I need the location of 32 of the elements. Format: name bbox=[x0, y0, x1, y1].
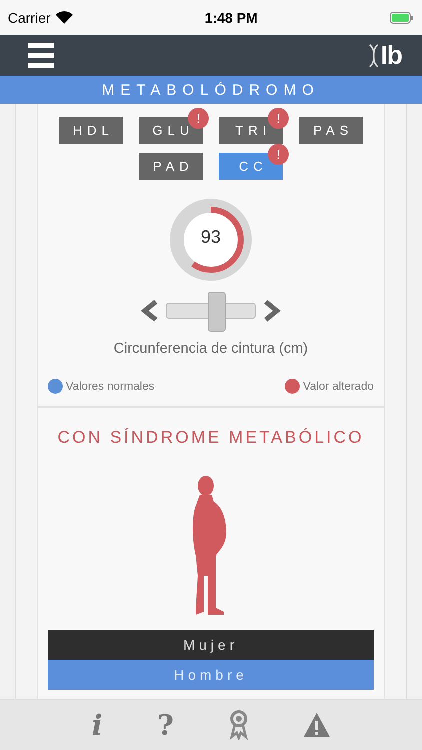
sex-option[interactable]: Mujer bbox=[48, 630, 374, 660]
info-button[interactable]: ? bbox=[158, 708, 174, 742]
status-time: 1:48 PM bbox=[204, 10, 258, 26]
gauge-value: 93 bbox=[200, 227, 222, 248]
dna-icon bbox=[368, 44, 379, 68]
carrier-label: Carrier bbox=[8, 10, 51, 26]
chevron-left-icon[interactable] bbox=[140, 300, 160, 322]
metric-tab[interactable]: TRI ! bbox=[219, 108, 289, 144]
result-title: CON SÍNDROME METABÓLICO bbox=[58, 428, 364, 448]
warning-icon[interactable] bbox=[304, 713, 330, 737]
metric-tab[interactable]: PAS bbox=[299, 117, 363, 144]
gauge-inner bbox=[184, 213, 238, 267]
award-icon[interactable] bbox=[229, 710, 250, 740]
menu-icon[interactable] bbox=[28, 43, 54, 68]
app-logo: Ib bbox=[380, 40, 402, 71]
slider[interactable] bbox=[166, 291, 256, 331]
alert-badge: ! bbox=[268, 108, 289, 129]
alert-badge: ! bbox=[268, 144, 289, 165]
legend-label: Valor alterado bbox=[303, 380, 374, 392]
chevron-right-icon[interactable] bbox=[262, 300, 282, 322]
metric-tab[interactable]: GLU ! bbox=[139, 108, 209, 144]
metric-tab[interactable]: CC ! bbox=[219, 144, 289, 180]
info-button[interactable]: i bbox=[92, 708, 103, 742]
slider-thumb[interactable] bbox=[208, 292, 226, 332]
metric-tab[interactable]: HDL bbox=[59, 117, 123, 144]
slider-label: Circunferencia de cintura (cm) bbox=[114, 341, 308, 357]
battery-icon bbox=[390, 12, 414, 24]
wifi-icon bbox=[56, 11, 73, 24]
metric-tab[interactable]: PAD bbox=[139, 153, 203, 180]
legend-label: Valores normales bbox=[66, 380, 155, 392]
page-title: METABOLÓDROMO bbox=[0, 76, 422, 104]
alert-badge: ! bbox=[188, 108, 209, 129]
